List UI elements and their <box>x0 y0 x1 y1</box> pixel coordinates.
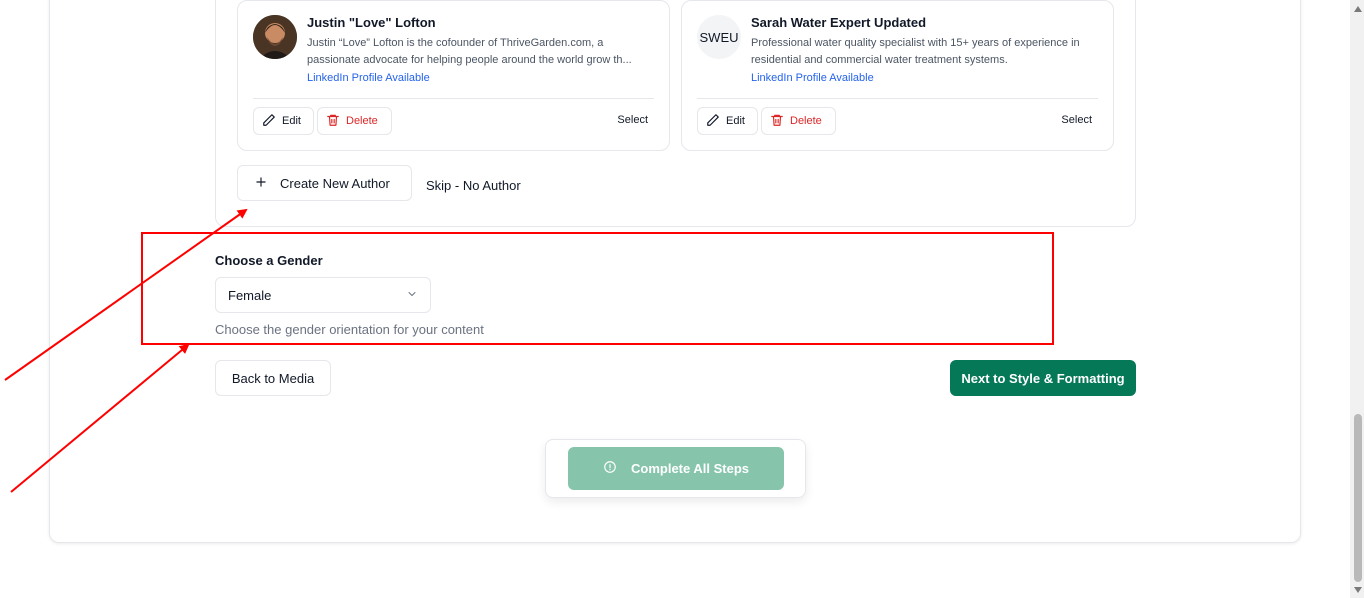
pencil-icon <box>262 113 276 130</box>
select-author-button[interactable]: Select <box>1061 114 1092 126</box>
author-name: Justin "Love" Lofton <box>307 15 436 30</box>
linkedin-link[interactable]: LinkedIn Profile Available <box>307 72 430 84</box>
plus-icon <box>254 175 268 192</box>
back-to-media-button[interactable]: Back to Media <box>215 360 331 396</box>
scroll-up-icon[interactable] <box>1353 4 1362 13</box>
author-card[interactable]: Justin "Love" Lofton Justin “Love” Lofto… <box>237 0 670 151</box>
trash-icon <box>770 113 784 130</box>
card-divider <box>253 98 654 99</box>
delete-label: Delete <box>790 115 822 127</box>
scrollbar-thumb[interactable] <box>1354 414 1362 582</box>
annotation-highlight-box <box>141 232 1054 345</box>
next-to-style-button[interactable]: Next to Style & Formatting <box>950 360 1136 396</box>
author-avatar <box>253 15 297 59</box>
scroll-down-icon[interactable] <box>1353 585 1362 594</box>
author-name: Sarah Water Expert Updated <box>751 15 927 30</box>
edit-label: Edit <box>726 115 745 127</box>
trash-icon <box>326 113 340 130</box>
create-author-label: Create New Author <box>280 175 390 191</box>
author-bio: Professional water quality specialist wi… <box>751 37 1080 66</box>
delete-label: Delete <box>346 115 378 127</box>
card-divider <box>697 98 1098 99</box>
create-new-author-button[interactable]: Create New Author <box>237 165 412 201</box>
complete-panel: Complete All Steps <box>545 439 806 498</box>
edit-author-button[interactable]: Edit <box>697 107 758 135</box>
alert-circle-icon <box>603 460 617 477</box>
author-card[interactable]: SWEU Sarah Water Expert Updated Professi… <box>681 0 1114 151</box>
skip-no-author-button[interactable]: Skip - No Author <box>426 178 521 193</box>
pencil-icon <box>706 113 720 130</box>
linkedin-link[interactable]: LinkedIn Profile Available <box>751 72 874 84</box>
author-bio: Justin “Love” Lofton is the cofounder of… <box>307 37 632 66</box>
select-author-button[interactable]: Select <box>617 114 648 126</box>
complete-label: Complete All Steps <box>631 461 749 476</box>
delete-author-button[interactable]: Delete <box>317 107 392 135</box>
complete-all-steps-button[interactable]: Complete All Steps <box>568 447 784 490</box>
edit-author-button[interactable]: Edit <box>253 107 314 135</box>
delete-author-button[interactable]: Delete <box>761 107 836 135</box>
author-avatar-initials: SWEU <box>697 15 741 59</box>
edit-label: Edit <box>282 115 301 127</box>
